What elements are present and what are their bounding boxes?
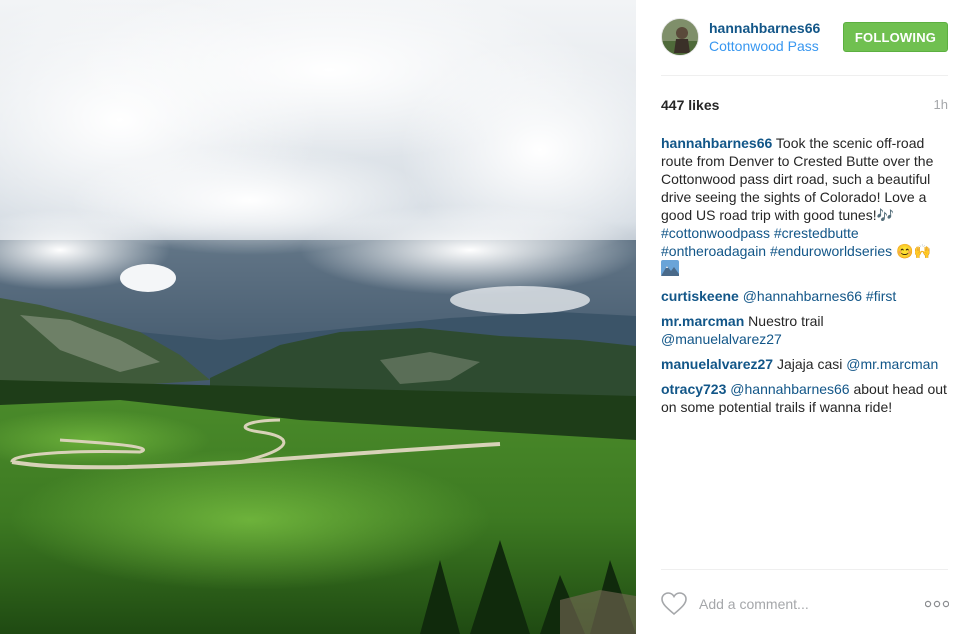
caption: hannahbarnes66 Took the scenic off-road …	[661, 134, 948, 280]
caption-emojis: 😊🙌	[896, 243, 931, 259]
hashtag-link[interactable]: #cottonwoodpass	[661, 225, 770, 241]
music-emoji: 🎶	[876, 207, 895, 223]
post-meta: 447 likes 1h	[661, 97, 948, 117]
caption-username[interactable]: hannahbarnes66	[661, 135, 772, 151]
post-header: hannahbarnes66 Cottonwood Pass FOLLOWING	[661, 18, 948, 76]
comment-item: otracy723 @hannahbarnes66 about head out…	[661, 380, 948, 416]
likes-count[interactable]: 447 likes	[661, 97, 719, 113]
landscape-image	[0, 0, 636, 634]
heart-icon[interactable]	[661, 592, 687, 616]
comment-text: Nuestro trail	[748, 313, 824, 329]
mention-link[interactable]: @hannahbarnes66	[730, 381, 849, 397]
ellipsis-icon[interactable]	[925, 600, 949, 608]
comment-footer	[661, 569, 949, 629]
comment-item: manuelalvarez27 Jajaja casi @mr.marcman	[661, 355, 948, 373]
mention-link[interactable]: @hannahbarnes66	[743, 288, 862, 304]
comment-username[interactable]: otracy723	[661, 381, 726, 397]
avatar-image	[662, 19, 698, 55]
mention-link[interactable]: @mr.marcman	[846, 356, 938, 372]
comment-item: mr.marcman Nuestro trail @manuelalvarez2…	[661, 312, 948, 348]
post-photo[interactable]	[0, 0, 636, 634]
mountain-emoji-icon	[661, 260, 679, 280]
comment-item: curtiskeene @hannahbarnes66 #first	[661, 287, 948, 305]
post-sidebar: hannahbarnes66 Cottonwood Pass FOLLOWING…	[637, 0, 971, 634]
username-link[interactable]: hannahbarnes66	[709, 20, 820, 36]
comment-text: Jajaja casi	[776, 356, 843, 372]
hashtag-link[interactable]: #crestedbutte	[774, 225, 859, 241]
comment-username[interactable]: curtiskeene	[661, 288, 739, 304]
following-button[interactable]: FOLLOWING	[843, 22, 948, 52]
hashtag-link[interactable]: #ontheroadagain	[661, 243, 766, 259]
comment-username[interactable]: mr.marcman	[661, 313, 744, 329]
avatar[interactable]	[661, 18, 699, 56]
hashtag-link[interactable]: #first	[866, 288, 896, 304]
hashtag-link[interactable]: #enduroworldseries	[770, 243, 892, 259]
comment-username[interactable]: manuelalvarez27	[661, 356, 773, 372]
location-link[interactable]: Cottonwood Pass	[709, 38, 825, 54]
add-comment-input[interactable]	[699, 592, 909, 616]
post-time[interactable]: 1h	[934, 97, 948, 112]
mention-link[interactable]: @manuelalvarez27	[661, 331, 782, 347]
comments-list: hannahbarnes66 Took the scenic off-road …	[661, 134, 948, 423]
